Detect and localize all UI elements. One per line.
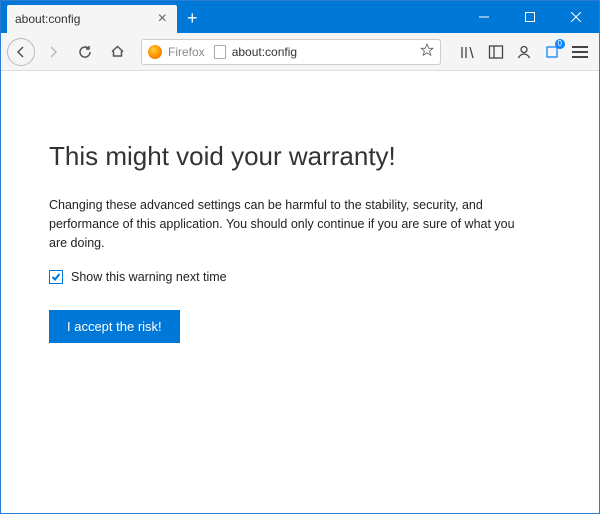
extensions-icon[interactable]: 0 [543, 43, 561, 61]
browser-tab[interactable]: about:config × [7, 5, 177, 33]
library-icon[interactable] [459, 43, 477, 61]
toolbar-right: 0 [451, 43, 593, 61]
bookmark-star-icon[interactable] [420, 43, 434, 60]
maximize-button[interactable] [507, 1, 553, 33]
tab-title: about:config [15, 12, 150, 26]
back-button[interactable] [7, 38, 35, 66]
warning-heading: This might void your warranty! [49, 141, 551, 172]
warning-body: Changing these advanced settings can be … [49, 196, 529, 252]
hamburger-icon [572, 46, 588, 58]
checkbox-icon[interactable] [49, 270, 63, 284]
url-text: about:config [232, 45, 414, 59]
home-button[interactable] [103, 38, 131, 66]
reload-button[interactable] [71, 38, 99, 66]
forward-button[interactable] [39, 38, 67, 66]
nav-toolbar: Firefox about:config 0 [1, 33, 599, 71]
extensions-badge: 0 [555, 39, 565, 49]
close-tab-icon[interactable]: × [156, 11, 169, 27]
new-tab-button[interactable]: + [177, 8, 208, 33]
accept-risk-button[interactable]: I accept the risk! [49, 310, 180, 343]
sidebars-icon[interactable] [487, 43, 505, 61]
url-bar[interactable]: Firefox about:config [141, 39, 441, 65]
titlebar: about:config × + [1, 1, 599, 33]
identity-label: Firefox [168, 45, 205, 59]
account-icon[interactable] [515, 43, 533, 61]
checkbox-label: Show this warning next time [71, 270, 227, 284]
show-warning-checkbox-row[interactable]: Show this warning next time [49, 270, 551, 284]
minimize-button[interactable] [461, 1, 507, 33]
page-icon [214, 45, 226, 59]
window-controls [461, 1, 599, 33]
close-window-button[interactable] [553, 1, 599, 33]
menu-button[interactable] [571, 43, 589, 61]
firefox-icon [148, 45, 162, 59]
page-content: This might void your warranty! Changing … [1, 71, 599, 343]
